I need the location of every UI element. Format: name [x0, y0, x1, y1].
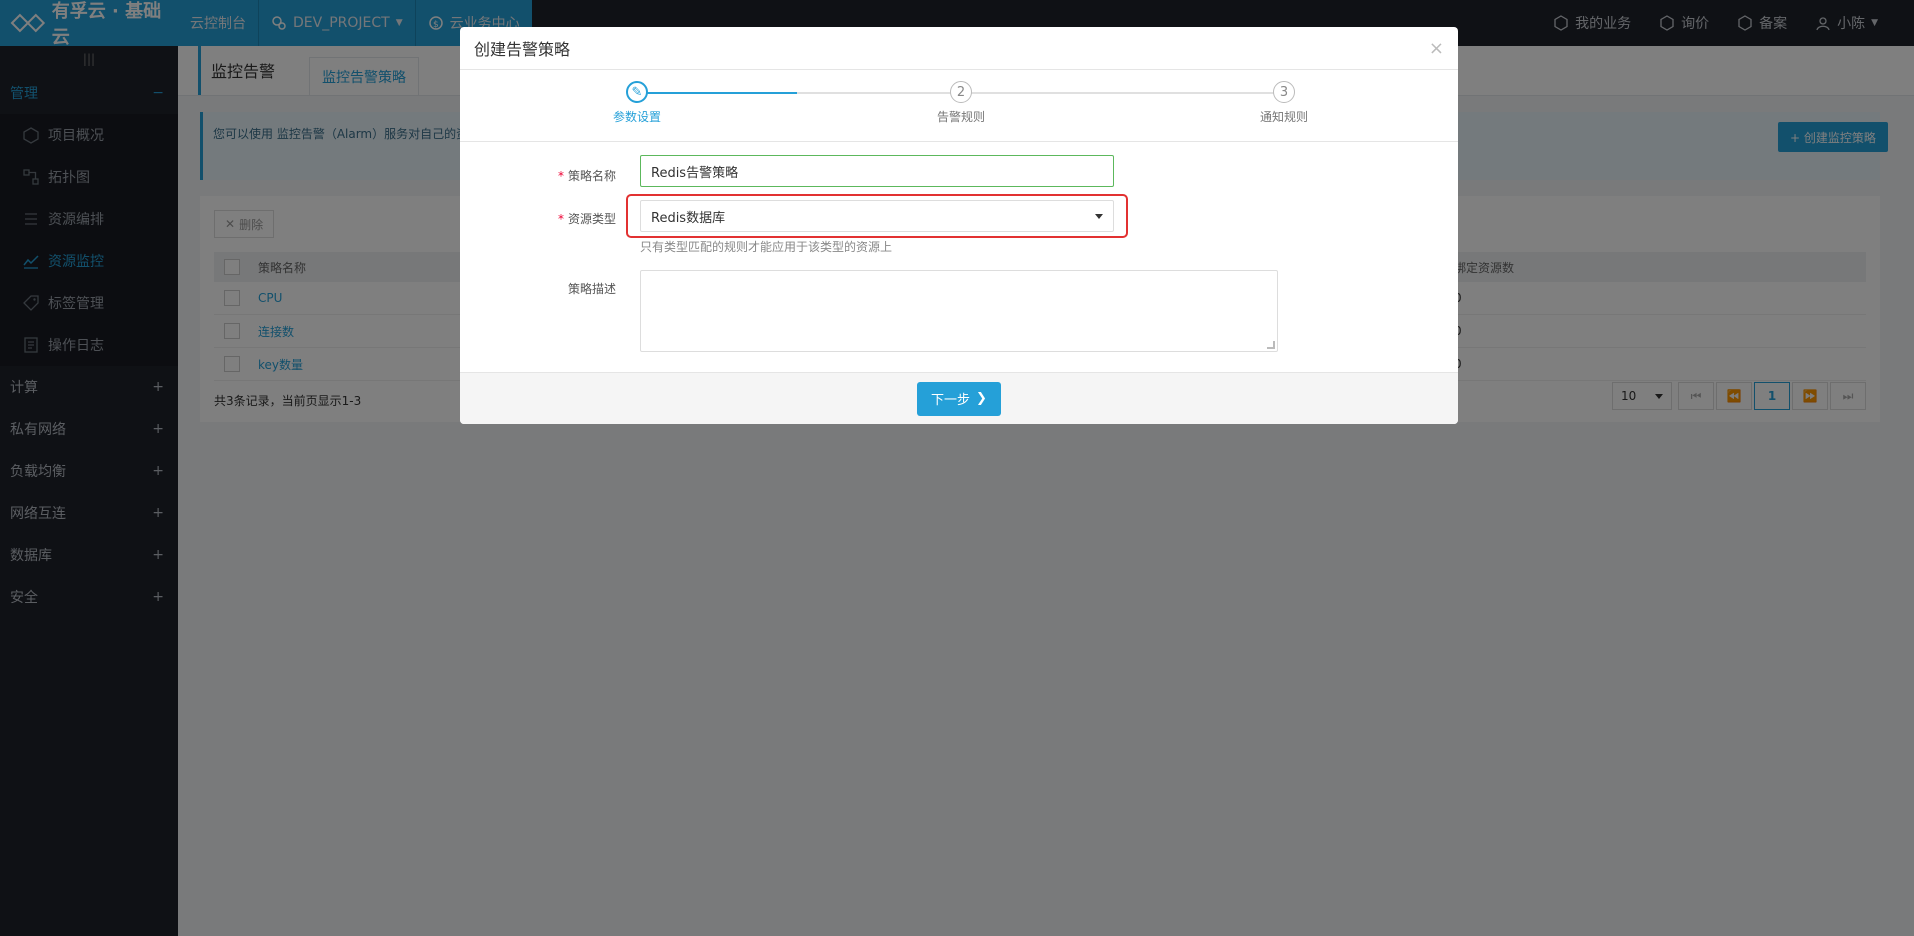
- policy-name-input[interactable]: Redis告警策略: [640, 155, 1114, 187]
- step-line: [797, 92, 955, 94]
- step-notify: 3 通知规则: [1224, 81, 1344, 125]
- pencil-icon: ✎: [626, 81, 648, 103]
- policy-form: * 策略名称 Redis告警策略 * 资源类型 Redis数据库 只有类型匹配的规则…: [460, 142, 1458, 372]
- policy-desc-textarea[interactable]: [640, 270, 1278, 352]
- required-mark: *: [557, 212, 564, 226]
- create-alarm-policy-modal: 创建告警策略 × ✎ 参数设置 2 告警规则 3 通知规则 * 策略名称 Redi…: [460, 27, 1458, 424]
- label-text: 资源类型: [567, 212, 616, 226]
- step-progress-line: [637, 92, 797, 94]
- chevron-right-icon: ❯: [976, 391, 987, 406]
- step-label: 参数设置: [612, 110, 661, 124]
- policy-name-label: * 策略名称: [504, 167, 616, 184]
- resize-handle-icon[interactable]: [1267, 341, 1275, 349]
- step-label: 通知规则: [1259, 110, 1308, 124]
- resource-type-value: Redis数据库: [651, 210, 726, 226]
- step-indicator: ✎ 参数设置 2 告警规则 3 通知规则: [460, 70, 1458, 142]
- required-mark: *: [557, 169, 564, 183]
- step-line: [968, 92, 1282, 94]
- close-icon[interactable]: ×: [1429, 38, 1444, 59]
- next-step-button[interactable]: 下一步 ❯: [917, 381, 1001, 416]
- modal-footer: 下一步 ❯: [460, 372, 1458, 424]
- policy-desc-label: 策略描述: [504, 280, 616, 297]
- label-text: 策略名称: [567, 169, 616, 183]
- resource-type-label: * 资源类型: [504, 210, 616, 227]
- resource-type-hint: 只有类型匹配的规则才能应用于该类型的资源上: [640, 240, 893, 254]
- step-number: 3: [1273, 81, 1295, 103]
- label-text: 策略描述: [567, 282, 616, 296]
- resource-type-select[interactable]: Redis数据库: [640, 200, 1114, 232]
- next-step-label: 下一步: [931, 393, 971, 408]
- step-params: ✎ 参数设置: [577, 81, 697, 125]
- step-label: 告警规则: [936, 110, 985, 124]
- step-rules: 2 告警规则: [901, 81, 1021, 125]
- step-number: 2: [950, 81, 972, 103]
- caret-down-icon: [1095, 213, 1103, 219]
- modal-header: 创建告警策略 ×: [460, 27, 1458, 70]
- modal-title: 创建告警策略: [474, 40, 571, 59]
